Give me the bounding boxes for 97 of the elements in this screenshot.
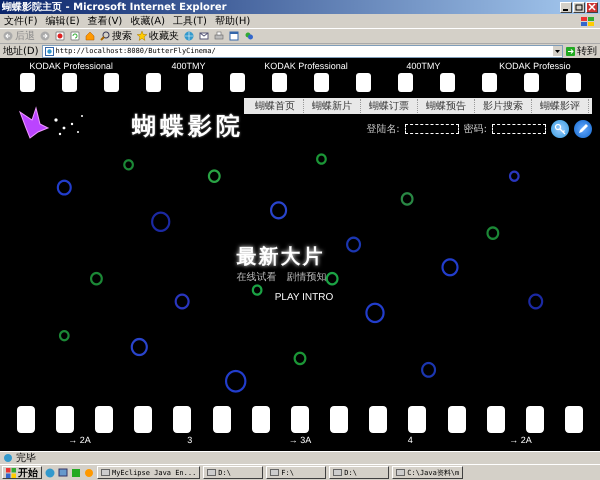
film-perforation xyxy=(526,406,544,433)
film-perforation xyxy=(398,73,412,92)
film-perforation xyxy=(408,406,426,433)
nav-link[interactable]: 蝴蝶订票 xyxy=(361,99,418,113)
film-perforation xyxy=(524,73,538,92)
film-edge-text: → 2A xyxy=(68,435,91,445)
windows-logo-icon xyxy=(6,468,16,478)
film-perforation xyxy=(565,406,584,433)
film-edge-text: KODAK Professional xyxy=(29,61,113,71)
toolbar-button[interactable]: 搜索 xyxy=(100,29,132,43)
close-button[interactable] xyxy=(586,2,598,12)
film-perforation xyxy=(20,73,34,92)
film-perforation xyxy=(482,73,496,92)
film-edge-text: 4 xyxy=(408,435,413,445)
start-button[interactable]: 开始 xyxy=(2,466,42,479)
page-icon xyxy=(3,453,13,463)
menu-item[interactable]: 文件(F) xyxy=(4,14,38,28)
film-perforation xyxy=(134,406,152,433)
window-icon xyxy=(270,468,280,477)
film-perforation xyxy=(94,406,113,433)
username-field[interactable] xyxy=(404,124,459,134)
film-perforation xyxy=(188,73,202,92)
film-edge-text: KODAK Professional xyxy=(264,61,348,71)
film-perforation xyxy=(146,73,160,92)
home-icon[interactable] xyxy=(85,31,95,41)
menu-item[interactable]: 查看(V) xyxy=(88,14,122,28)
username-label: 登陆名: xyxy=(366,122,400,136)
feature-link[interactable]: 在线试看 xyxy=(236,270,277,284)
nav-link[interactable]: 蝴蝶预告 xyxy=(418,99,475,113)
key-icon xyxy=(554,123,566,135)
go-arrow-icon xyxy=(566,46,575,56)
site-title: 蝴蝶影院 xyxy=(132,111,244,142)
film-edge-text: 400TMY xyxy=(406,61,440,71)
search-icon xyxy=(100,31,110,41)
film-perforation xyxy=(314,73,328,92)
mail-icon[interactable] xyxy=(199,31,209,41)
menu-item[interactable]: 工具(T) xyxy=(173,14,207,28)
nav-link[interactable]: 影片搜索 xyxy=(475,99,532,113)
messenger-icon[interactable] xyxy=(244,31,254,41)
star-icon xyxy=(137,31,147,41)
film-perforation xyxy=(440,73,454,92)
film-perforation xyxy=(104,73,118,92)
film-perforation xyxy=(356,73,370,92)
film-perforation xyxy=(448,406,466,433)
film-perforation xyxy=(369,406,388,433)
address-label: 地址(D) xyxy=(3,44,39,58)
film-perforation xyxy=(16,406,35,433)
login-button[interactable] xyxy=(551,120,569,138)
nav-link[interactable]: 蝴蝶新片 xyxy=(304,99,361,113)
film-perforation xyxy=(566,73,580,92)
password-field[interactable] xyxy=(492,124,546,134)
window-title: 蝴蝶影院主页 - Microsoft Internet Explorer xyxy=(2,0,227,14)
feature-title: 最新大片 xyxy=(236,243,325,270)
feature-link[interactable]: 剧情预知 xyxy=(286,270,327,284)
film-edge-text: KODAK Professio xyxy=(499,61,571,71)
film-edge-text: → 2A xyxy=(509,435,532,445)
film-edge-text: → 3A xyxy=(288,435,312,445)
desktop-icon[interactable] xyxy=(58,468,68,478)
film-perforation xyxy=(330,406,348,433)
refresh-icon[interactable] xyxy=(70,31,80,41)
back-arrow-icon xyxy=(3,31,13,41)
film-perforation xyxy=(290,406,309,433)
film-perforation xyxy=(56,406,74,433)
film-perforation xyxy=(173,406,192,433)
window-icon xyxy=(396,468,406,477)
close-icon xyxy=(588,3,596,11)
pencil-icon xyxy=(577,123,589,135)
film-perforation xyxy=(212,406,231,433)
register-button[interactable] xyxy=(574,120,592,138)
window-icon xyxy=(333,468,342,477)
menu-item[interactable]: 收藏(A) xyxy=(130,14,165,28)
nav-link[interactable]: 蝴蝶影评 xyxy=(532,99,589,113)
film-perforation xyxy=(230,73,244,92)
film-perforation xyxy=(486,406,505,433)
film-perforation xyxy=(252,406,270,433)
page-icon xyxy=(44,46,54,56)
play-intro-link[interactable]: PLAY INTRO xyxy=(274,292,334,303)
film-edge-text: 400TMY xyxy=(172,61,206,71)
window-icon xyxy=(101,468,110,477)
nav-link[interactable]: 蝴蝶首页 xyxy=(247,99,304,113)
printer-icon[interactable] xyxy=(214,31,224,41)
film-perforation xyxy=(62,73,76,92)
film-edge-text: 3 xyxy=(187,435,192,445)
minimize-button[interactable] xyxy=(560,2,572,12)
windows-logo-icon xyxy=(580,16,596,26)
toolbar-button[interactable]: 收藏夹 xyxy=(137,29,179,43)
film-perforation xyxy=(272,73,286,92)
maximize-button[interactable] xyxy=(573,2,585,12)
edit-icon[interactable] xyxy=(229,31,239,41)
window-icon xyxy=(207,468,216,477)
status-text: 完毕 xyxy=(16,452,36,465)
restore-icon xyxy=(575,3,583,11)
go-button[interactable]: 转到 xyxy=(566,44,597,58)
menu-item[interactable]: 编辑(E) xyxy=(46,14,80,28)
menu-item[interactable]: 帮助(H) xyxy=(214,14,250,28)
stop-icon[interactable] xyxy=(55,31,65,41)
password-label: 密码: xyxy=(464,122,487,136)
